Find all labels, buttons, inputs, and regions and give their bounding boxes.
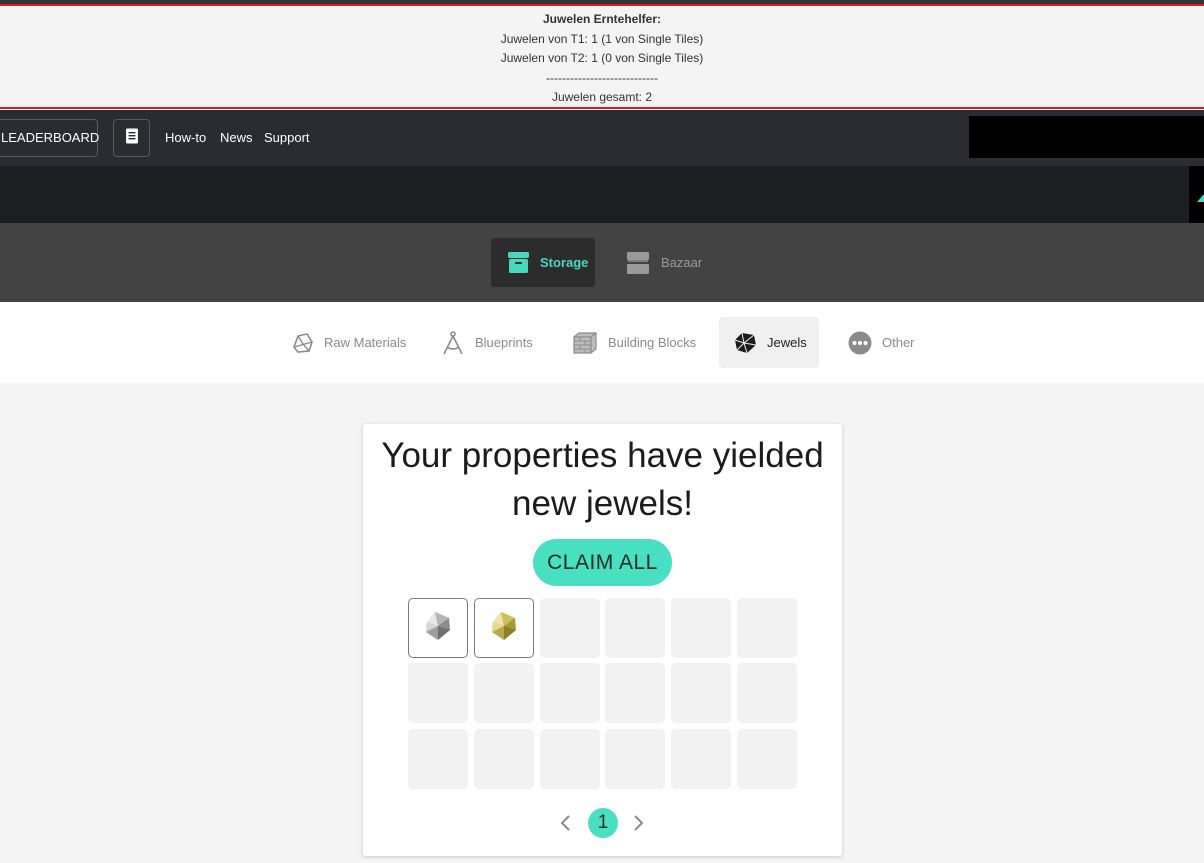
banner-title: Juwelen Erntehelfer:	[542, 12, 662, 26]
notes-button[interactable]	[113, 119, 150, 157]
jewel-slot[interactable]	[408, 598, 468, 658]
banner-bottom-border	[0, 107, 1204, 109]
banner-t2-line: Juwelen von T2: 1 (0 von Single Tiles)	[500, 51, 704, 66]
tab-storage[interactable]: Storage	[491, 238, 595, 287]
tab-building-blocks[interactable]: Building Blocks	[572, 317, 696, 368]
tab-other-label: Other	[882, 335, 915, 350]
jewel-slot	[671, 598, 731, 658]
tab-bazaar-label: Bazaar	[661, 255, 703, 270]
header-band	[0, 166, 1204, 223]
tab-jewels[interactable]: Jewels	[719, 317, 819, 368]
brick-icon	[572, 331, 598, 355]
claim-jewels-card: Your properties have yielded new jewels!…	[363, 424, 842, 856]
tab-blueprints[interactable]: Blueprints	[441, 317, 533, 368]
tab-raw-materials-label: Raw Materials	[324, 335, 407, 350]
nav-link-how-to[interactable]: How-to	[165, 130, 206, 146]
tab-jewels-label: Jewels	[767, 335, 807, 350]
category-tabs-band: Raw Materials Blueprints Building Blocks	[0, 302, 1204, 383]
banner-total: Juwelen gesamt: 2	[551, 90, 653, 105]
jewel-slot[interactable]	[474, 598, 534, 658]
jewel-slot	[737, 663, 797, 723]
jewel-slot	[737, 598, 797, 658]
tab-storage-label: Storage	[540, 255, 589, 270]
jewel-icon	[733, 331, 757, 355]
nav-link-support[interactable]: Support	[264, 130, 310, 146]
pagination: 1	[363, 808, 842, 838]
jewel-slot	[540, 729, 600, 789]
account-area[interactable]	[969, 116, 1204, 158]
nav-link-news[interactable]: News	[220, 130, 253, 146]
tab-raw-materials[interactable]: Raw Materials	[292, 317, 406, 368]
raw-materials-icon	[292, 332, 314, 353]
card-title: Your properties have yielded new jewels!	[363, 432, 842, 528]
jewel-slot	[671, 729, 731, 789]
tab-bazaar[interactable]: Bazaar	[622, 238, 722, 287]
header-edge-panel	[1189, 166, 1204, 223]
jewel-slot	[671, 663, 731, 723]
storage-tabs-band: Storage Bazaar	[0, 223, 1204, 302]
header-edge-accent	[1197, 194, 1204, 202]
page-number[interactable]: 1	[588, 808, 618, 838]
gold-jewel-icon	[489, 610, 519, 647]
more-icon	[848, 331, 872, 355]
chevron-left-icon[interactable]	[559, 814, 573, 832]
jewel-slot	[605, 663, 665, 723]
banner-t1-line: Juwelen von T1: 1 (1 von Single Tiles)	[500, 31, 704, 46]
jewel-slot	[408, 729, 468, 789]
tab-other[interactable]: Other	[848, 317, 915, 368]
jewel-slot	[474, 663, 534, 723]
jewel-slot	[540, 663, 600, 723]
banner-separator: ----------------------------	[546, 70, 658, 85]
banner-text: Juwelen Erntehelfer: Juwelen von T1: 1 (…	[0, 10, 1204, 108]
tab-building-blocks-label: Building Blocks	[608, 335, 697, 350]
notes-icon	[125, 128, 139, 149]
top-navigation: LEADERBOARD How-to News Support	[0, 110, 1204, 166]
jewel-slot	[605, 598, 665, 658]
banner-top-border	[0, 4, 1204, 6]
leaderboard-button[interactable]: LEADERBOARD	[0, 119, 99, 157]
chevron-right-icon[interactable]	[631, 814, 645, 832]
jewel-slot	[474, 729, 534, 789]
card-title-line-2: new jewels!	[512, 484, 693, 523]
jewel-slot-grid	[408, 598, 798, 789]
compass-icon	[441, 330, 465, 355]
jewel-slot	[737, 729, 797, 789]
jewel-slot	[540, 598, 600, 658]
card-title-line-1: Your properties have yielded	[381, 436, 824, 475]
harvest-helper-banner: Juwelen Erntehelfer: Juwelen von T1: 1 (…	[0, 0, 1204, 111]
silver-jewel-icon	[423, 610, 453, 647]
storage-box-icon	[507, 251, 530, 274]
jewel-slot	[408, 663, 468, 723]
claim-all-button[interactable]: CLAIM ALL	[533, 539, 672, 586]
tab-blueprints-label: Blueprints	[475, 335, 533, 350]
jewel-slot	[605, 729, 665, 789]
shop-icon	[625, 251, 651, 275]
